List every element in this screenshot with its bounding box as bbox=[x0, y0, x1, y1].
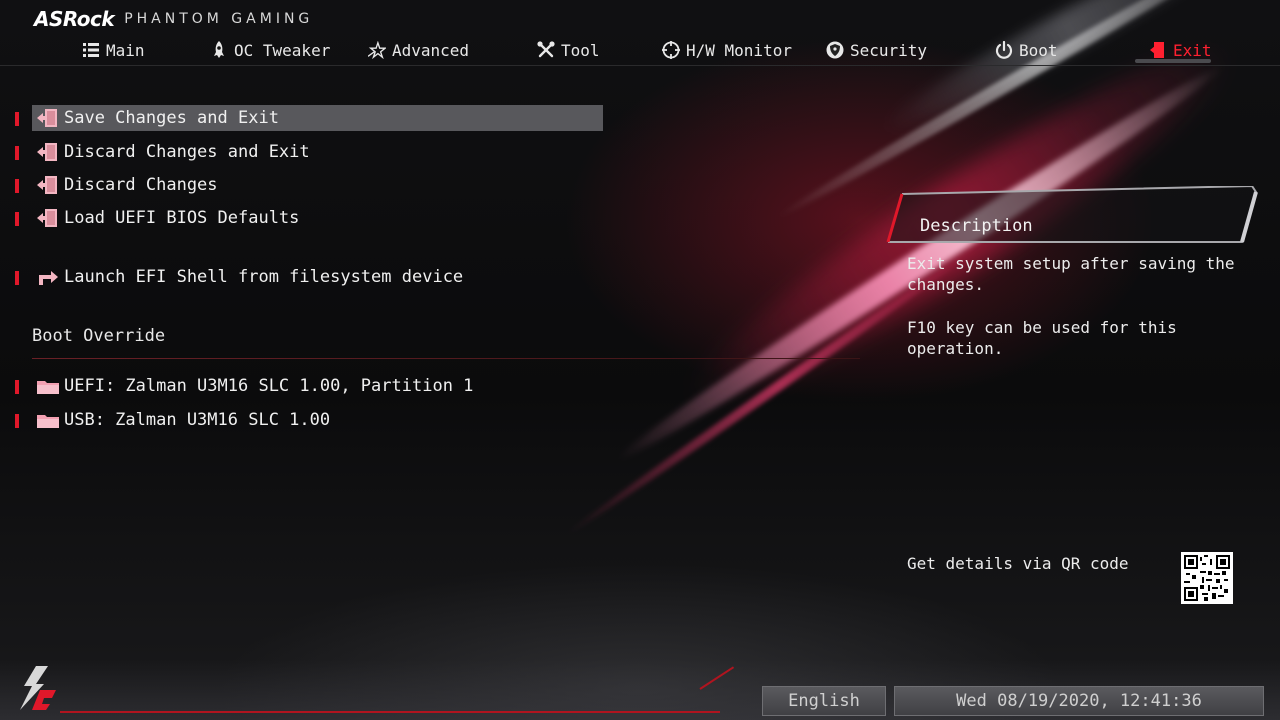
tab-boot-label: Boot bbox=[1019, 40, 1058, 60]
active-tab-indicator bbox=[1135, 59, 1211, 63]
row-marker bbox=[15, 179, 19, 193]
section-divider bbox=[32, 358, 860, 359]
folder-icon bbox=[37, 415, 59, 428]
brand-logo: ASRock PHANTOM GAMING bbox=[34, 7, 314, 31]
tab-tool-label: Tool bbox=[561, 40, 600, 60]
tab-hw-monitor-label: H/W Monitor bbox=[686, 40, 792, 60]
crosshair-icon bbox=[662, 41, 680, 59]
list-icon bbox=[82, 41, 100, 59]
top-nav: Main OC Tweaker Advanced Tool H/W Monito… bbox=[0, 36, 1280, 66]
tab-boot[interactable]: Boot bbox=[995, 36, 1058, 64]
language-button[interactable]: English bbox=[762, 686, 886, 716]
row-marker bbox=[15, 146, 19, 160]
exit-door-icon bbox=[37, 143, 57, 161]
menu-item-label: Discard Changes bbox=[64, 175, 218, 195]
row-marker bbox=[15, 414, 19, 428]
tab-main[interactable]: Main bbox=[82, 36, 145, 64]
menu-item-launch-efi-shell[interactable]: Launch EFI Shell from filesystem device bbox=[0, 264, 860, 290]
tab-advanced-label: Advanced bbox=[392, 40, 470, 60]
tab-oc-tweaker[interactable]: OC Tweaker bbox=[210, 36, 330, 64]
description-title: Description bbox=[920, 216, 1033, 236]
footer-accent-line bbox=[60, 711, 720, 713]
exit-door-icon bbox=[37, 109, 57, 127]
date-time-display: Wed 08/19/2020, 12:41:36 bbox=[894, 686, 1264, 716]
nav-divider bbox=[0, 65, 1280, 66]
exit-door-icon bbox=[37, 176, 57, 194]
shield-icon bbox=[826, 41, 844, 59]
exit-door-icon bbox=[1149, 41, 1167, 59]
tab-tool[interactable]: Tool bbox=[537, 36, 600, 64]
exit-door-icon bbox=[37, 209, 57, 227]
menu-item-label: Discard Changes and Exit bbox=[64, 142, 310, 162]
qr-label: Get details via QR code bbox=[907, 554, 1129, 573]
launch-arrow-icon bbox=[39, 271, 58, 285]
tab-security[interactable]: Security bbox=[826, 36, 927, 64]
row-marker bbox=[15, 212, 19, 226]
brand-name: ASRock bbox=[34, 7, 115, 31]
menu-item-label: Load UEFI BIOS Defaults bbox=[64, 208, 300, 228]
tab-advanced[interactable]: Advanced bbox=[368, 36, 469, 64]
menu-item-label: Launch EFI Shell from filesystem device bbox=[64, 267, 464, 287]
tab-exit-label: Exit bbox=[1173, 40, 1212, 60]
phantom-gaming-logo-icon bbox=[20, 666, 56, 710]
rocket-icon bbox=[210, 41, 228, 59]
tab-hw-monitor[interactable]: H/W Monitor bbox=[662, 36, 792, 64]
menu-item-label: UEFI: Zalman U3M16 SLC 1.00, Partition 1 bbox=[64, 376, 474, 396]
menu-item-save-changes-and-exit[interactable]: Save Changes and Exit bbox=[0, 105, 860, 131]
menu-item-discard-changes[interactable]: Discard Changes bbox=[0, 172, 860, 198]
qr-code bbox=[1181, 552, 1233, 604]
tab-main-label: Main bbox=[106, 40, 145, 60]
row-marker bbox=[15, 271, 19, 285]
description-text-1: Exit system setup after saving the chang… bbox=[907, 254, 1235, 294]
tab-oc-tweaker-label: OC Tweaker bbox=[234, 40, 331, 60]
boot-override-title: Boot Override bbox=[32, 326, 166, 346]
menu-item-load-uefi-bios-defaults[interactable]: Load UEFI BIOS Defaults bbox=[0, 205, 860, 231]
boot-override-usb-zalman[interactable]: USB: Zalman U3M16 SLC 1.00 bbox=[0, 407, 860, 433]
menu-item-discard-changes-and-exit[interactable]: Discard Changes and Exit bbox=[0, 139, 860, 165]
star-icon bbox=[368, 41, 386, 59]
tab-security-label: Security bbox=[850, 40, 928, 60]
brand-subtitle: PHANTOM GAMING bbox=[124, 11, 314, 27]
power-icon bbox=[995, 41, 1013, 59]
folder-icon bbox=[37, 381, 59, 394]
description-text-2: F10 key can be used for this operation. bbox=[907, 318, 1177, 358]
row-marker bbox=[15, 112, 19, 126]
tools-icon bbox=[537, 41, 555, 59]
menu-item-label: Save Changes and Exit bbox=[64, 108, 279, 128]
menu-item-label: USB: Zalman U3M16 SLC 1.00 bbox=[64, 410, 331, 430]
row-marker bbox=[15, 380, 19, 394]
boot-override-uefi-zalman[interactable]: UEFI: Zalman U3M16 SLC 1.00, Partition 1 bbox=[0, 373, 860, 399]
